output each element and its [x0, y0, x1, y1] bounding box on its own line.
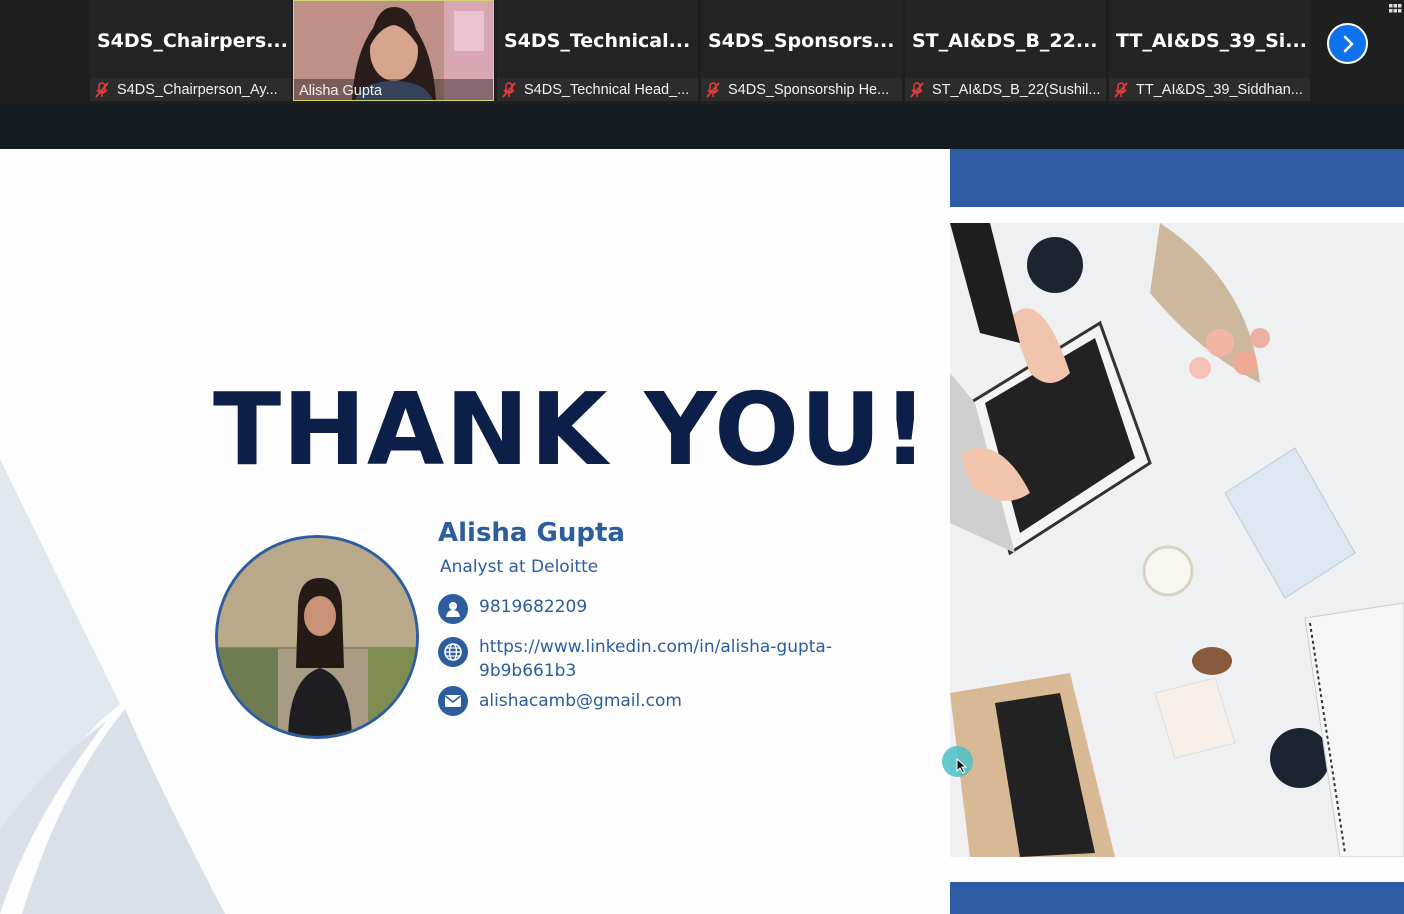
- presenter-phone: 9819682209: [479, 597, 588, 617]
- mic-muted-icon: [706, 81, 720, 98]
- participant-display-name: TT_AI&DS_39_Si...: [1116, 30, 1306, 52]
- globe-icon: [438, 637, 468, 667]
- participant-strip: S4DS_Chairpers... S4DS_Chairperson_Ay...…: [0, 0, 1404, 104]
- shared-slide: THANK YOU! Alisha Gupta Analyst at Deloi…: [0, 149, 1404, 914]
- participant-name-bar: S4DS_Technical Head_...: [497, 78, 698, 101]
- slide-decoration: [0, 459, 225, 914]
- participant-display-name: ST_AI&DS_B_22...: [912, 30, 1098, 52]
- mic-muted-icon: [502, 81, 516, 98]
- presenter-role: Analyst at Deloitte: [440, 557, 599, 577]
- slide-heading: THANK YOU!: [213, 371, 929, 488]
- participant-tile[interactable]: S4DS_Technical... S4DS_Technical Head_..…: [497, 0, 698, 101]
- user-icon: [438, 594, 468, 624]
- presenter-linkedin-line-1[interactable]: https://www.linkedin.com/in/alisha-gupta…: [479, 635, 832, 659]
- chevron-right-icon: [1343, 35, 1353, 52]
- presenter-photo: [215, 535, 419, 739]
- participant-tile[interactable]: S4DS_Sponsors... S4DS_Sponsorship He...: [701, 0, 902, 101]
- presenter-name: Alisha Gupta: [438, 518, 625, 548]
- mail-icon: [438, 686, 468, 716]
- presenter-email[interactable]: alishacamb@gmail.com: [479, 689, 682, 713]
- participant-label: Alisha Gupta: [299, 82, 383, 99]
- participant-display-name: S4DS_Chairpers...: [97, 30, 287, 52]
- grid-view-icon[interactable]: [1388, 2, 1402, 16]
- participant-name-bar: S4DS_Sponsorship He...: [701, 78, 902, 101]
- mic-muted-icon: [1114, 81, 1128, 98]
- next-participants-button[interactable]: [1327, 23, 1368, 64]
- participant-label: TT_AI&DS_39_Siddhan...: [1136, 81, 1303, 98]
- participant-name-bar: ST_AI&DS_B_22(Sushil...: [905, 78, 1106, 101]
- participant-tile[interactable]: S4DS_Chairpers... S4DS_Chairperson_Ay...: [90, 0, 291, 101]
- mic-muted-icon: [95, 81, 109, 98]
- share-header-band: [0, 104, 1404, 149]
- participant-tile[interactable]: TT_AI&DS_39_Si... TT_AI&DS_39_Siddhan...: [1109, 0, 1310, 101]
- slide-bottom-bar: [950, 882, 1404, 914]
- participant-name-bar: TT_AI&DS_39_Siddhan...: [1109, 78, 1310, 101]
- participant-label: S4DS_Chairperson_Ay...: [117, 81, 278, 98]
- presenter-linkedin-line-2[interactable]: 9b9b661b3: [479, 659, 576, 683]
- participant-label: ST_AI&DS_B_22(Sushil...: [932, 81, 1101, 98]
- desk-photo: [950, 223, 1404, 857]
- zoom-meeting-window: S4DS_Chairpers... S4DS_Chairperson_Ay...…: [0, 0, 1404, 914]
- participant-display-name: S4DS_Technical...: [504, 30, 691, 52]
- participant-name-bar: S4DS_Chairperson_Ay...: [90, 78, 291, 101]
- participant-label: S4DS_Sponsorship He...: [728, 81, 890, 98]
- participant-label: S4DS_Technical Head_...: [524, 81, 690, 98]
- slide-top-bar: [950, 149, 1404, 207]
- participant-tile[interactable]: ST_AI&DS_B_22... ST_AI&DS_B_22(Sushil...: [905, 0, 1106, 101]
- participant-tile-active-speaker[interactable]: Alisha Gupta: [293, 0, 494, 101]
- mouse-cursor-icon: [956, 758, 968, 774]
- participant-display-name: S4DS_Sponsors...: [708, 30, 895, 52]
- mic-muted-icon: [910, 81, 924, 98]
- participant-name-bar: Alisha Gupta: [294, 79, 493, 100]
